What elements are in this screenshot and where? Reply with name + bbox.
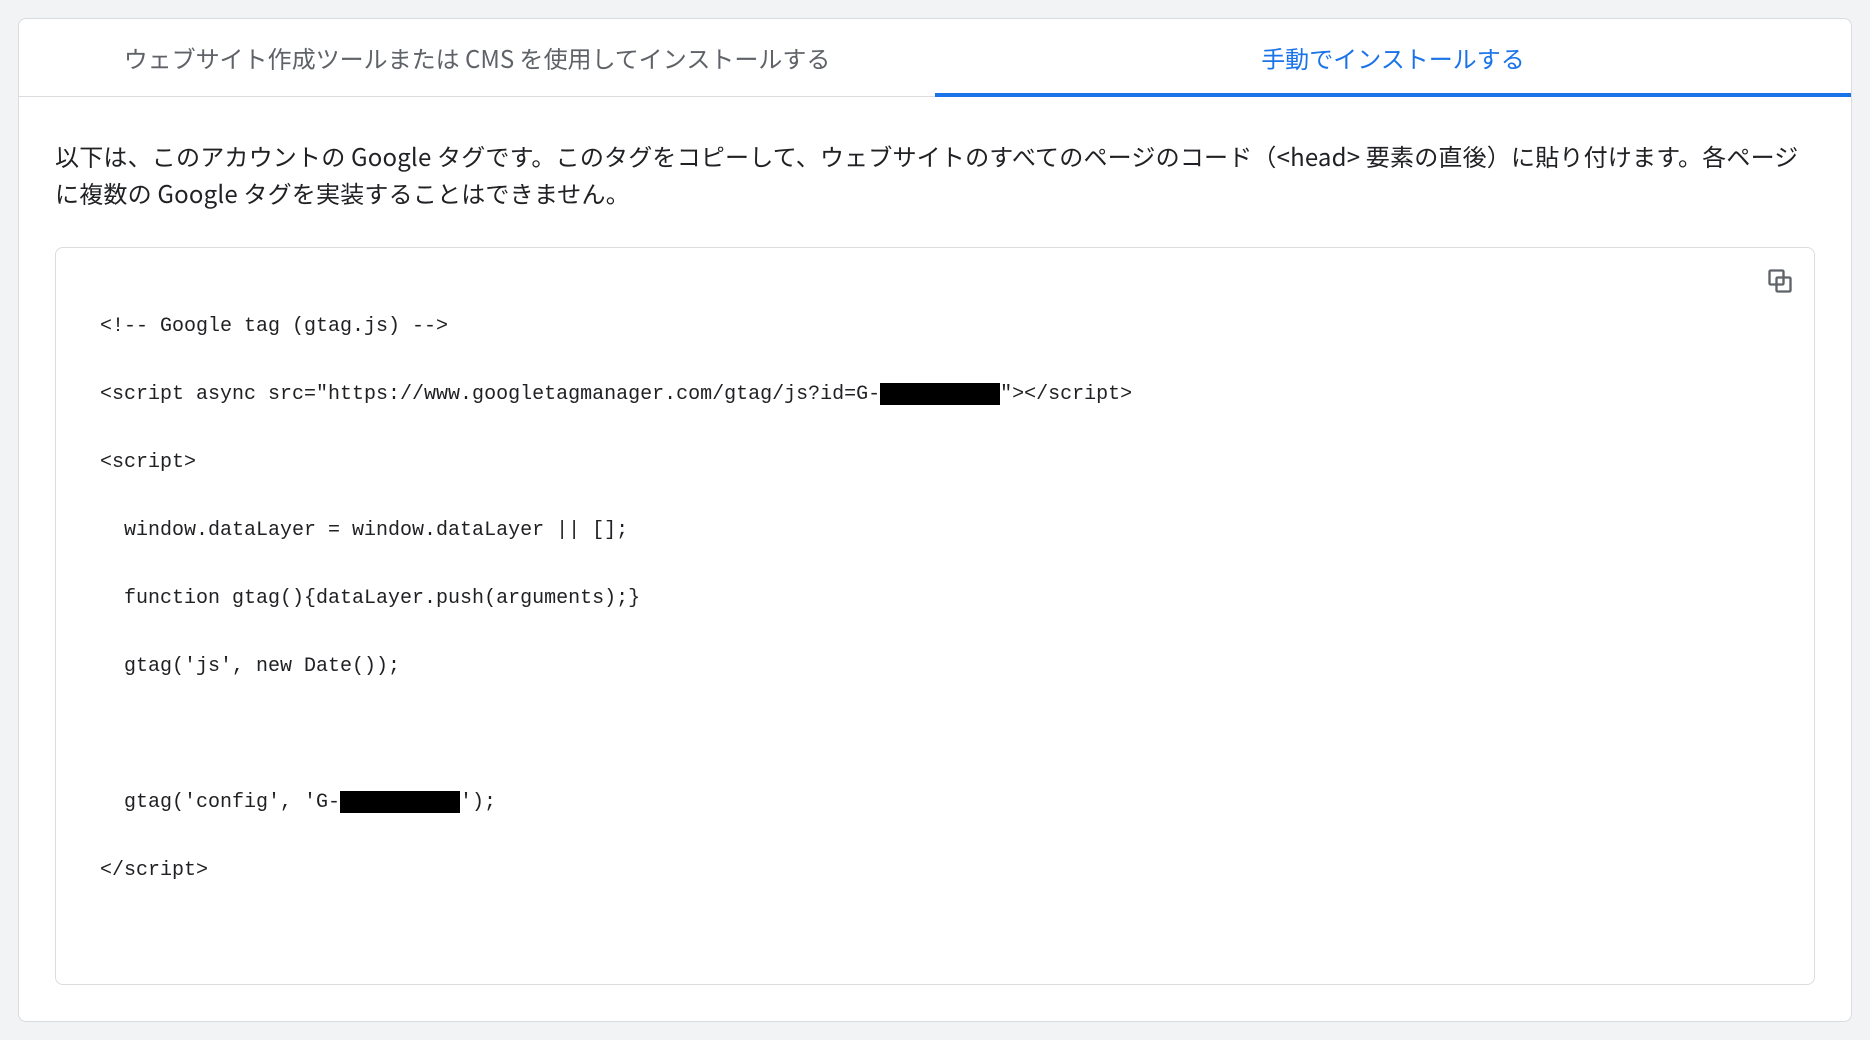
code-line-1: <!-- Google tag (gtag.js) --> [100, 315, 448, 338]
install-manual-panel: 以下は、このアカウントの Google タグです。このタグをコピーして、ウェブサ… [19, 97, 1851, 1021]
code-line-3: <script> [100, 451, 196, 474]
code-line-6: gtag('js', new Date()); [100, 655, 400, 678]
code-line-2a: <script async src="https://www.googletag… [100, 383, 880, 406]
code-line-4: window.dataLayer = window.dataLayer || [… [100, 519, 628, 542]
install-tabs: ウェブサイト作成ツールまたは CMS を使用してインストールする 手動でインスト… [19, 19, 1851, 97]
code-line-8b: '); [460, 791, 496, 814]
code-line-2b: "></script> [1000, 383, 1132, 406]
code-snippet-card: <!-- Google tag (gtag.js) --> <script as… [55, 247, 1815, 985]
copy-button[interactable] [1760, 262, 1800, 302]
code-snippet[interactable]: <!-- Google tag (gtag.js) --> <script as… [100, 276, 1770, 956]
install-card: ウェブサイト作成ツールまたは CMS を使用してインストールする 手動でインスト… [18, 18, 1852, 1022]
code-line-5: function gtag(){dataLayer.push(arguments… [100, 587, 640, 610]
copy-icon [1766, 267, 1794, 298]
tab-install-manual[interactable]: 手動でインストールする [935, 19, 1851, 96]
tab-install-via-builder[interactable]: ウェブサイト作成ツールまたは CMS を使用してインストールする [19, 19, 935, 96]
redacted-id-2 [340, 791, 460, 813]
code-line-9: </script> [100, 859, 208, 882]
code-line-8a: gtag('config', 'G- [100, 791, 340, 814]
install-description: 以下は、このアカウントの Google タグです。このタグをコピーして、ウェブサ… [55, 137, 1815, 211]
redacted-id-1 [880, 383, 1000, 405]
